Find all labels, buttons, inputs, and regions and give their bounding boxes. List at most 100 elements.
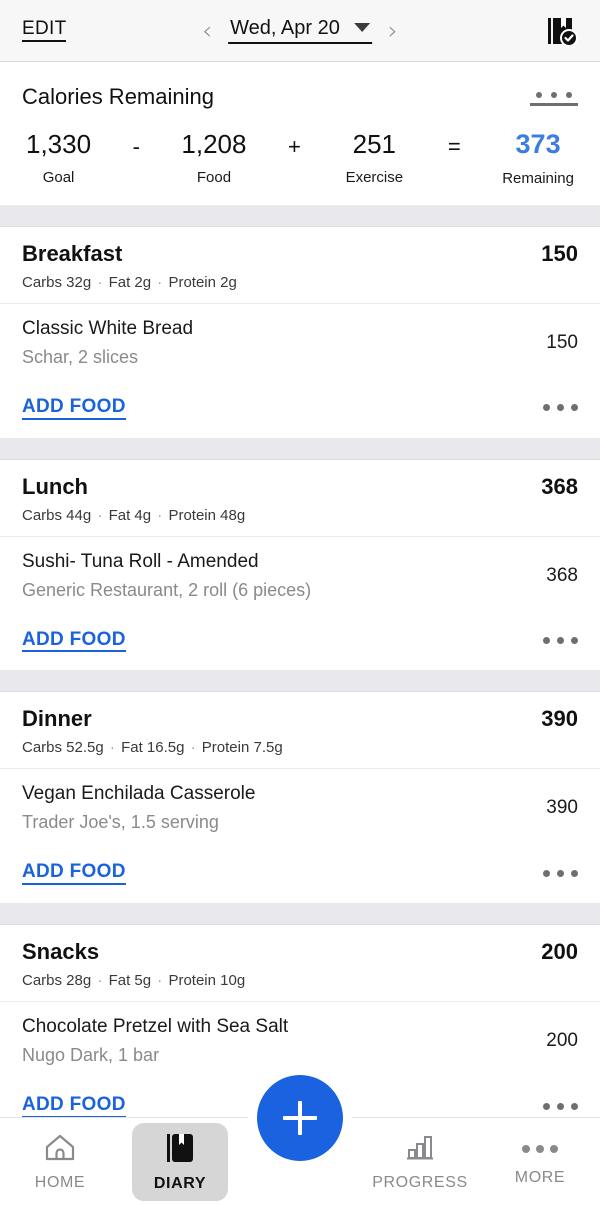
nav-item-more[interactable]: MORE [480, 1118, 600, 1205]
top-app-bar: EDIT ‹ Wed, Apr 20 › [0, 0, 600, 62]
exercise-label: Exercise [346, 169, 404, 186]
operator-plus: + [288, 130, 301, 160]
date-selector[interactable]: Wed, Apr 20 [228, 17, 372, 44]
meal-section-dinner: Dinner Carbs 52.5g · Fat 16.5g · Protein… [0, 692, 600, 903]
macro-separator: · [155, 972, 164, 989]
macro-protein: Protein 10g [168, 972, 245, 989]
next-day-icon[interactable]: › [388, 18, 398, 43]
macro-protein: Protein 48g [168, 507, 245, 524]
food-entry-row[interactable]: Vegan Enchilada Casserole Trader Joe's, … [0, 769, 600, 847]
food-entry-text: Chocolate Pretzel with Sea Salt Nugo Dar… [22, 1016, 288, 1066]
calories-food: 1,208 Food [181, 130, 246, 186]
food-entry-text: Classic White Bread Schar, 2 slices [22, 318, 193, 368]
add-food-button[interactable]: ADD FOOD [22, 1094, 126, 1118]
add-food-button[interactable]: ADD FOOD [22, 629, 126, 653]
current-date-label: Wed, Apr 20 [230, 17, 340, 40]
macro-protein: Protein 2g [168, 274, 236, 291]
meal-header-text: Dinner Carbs 52.5g · Fat 16.5g · Protein… [22, 706, 283, 756]
macro-separator: · [95, 274, 104, 291]
section-separator [0, 903, 600, 925]
macro-fat: Fat 5g [109, 972, 152, 989]
meal-header: Breakfast Carbs 32g · Fat 2g · Protein 2… [0, 227, 600, 303]
food-name: Classic White Bread [22, 318, 193, 340]
operator-minus: - [133, 130, 140, 160]
meal-section-lunch: Lunch Carbs 44g · Fat 4g · Protein 48g 3… [0, 460, 600, 671]
calories-overflow-menu-icon[interactable] [530, 84, 578, 106]
meal-overflow-menu-icon[interactable] [543, 1103, 578, 1110]
meal-total-calories: 390 [541, 706, 578, 732]
macro-separator: · [189, 739, 198, 756]
calories-exercise: 251 Exercise [342, 130, 406, 186]
add-food-button[interactable]: ADD FOOD [22, 396, 126, 420]
food-entry-row[interactable]: Sushi- Tuna Roll - Amended Generic Resta… [0, 537, 600, 615]
operator-equals: = [448, 130, 461, 160]
nav-label-diary: DIARY [154, 1175, 206, 1193]
food-entry-row[interactable]: Classic White Bread Schar, 2 slices 150 [0, 304, 600, 382]
more-dots-icon [522, 1136, 558, 1162]
food-calories: 390 [546, 797, 578, 819]
macro-separator: · [95, 972, 104, 989]
macro-carbs: Carbs 52.5g [22, 739, 104, 756]
food-value: 1,208 [181, 130, 246, 159]
macro-separator: · [95, 507, 104, 524]
meal-name: Breakfast [22, 241, 237, 267]
macro-carbs: Carbs 28g [22, 972, 91, 989]
food-entry-text: Sushi- Tuna Roll - Amended Generic Resta… [22, 551, 311, 601]
food-calories: 200 [546, 1030, 578, 1052]
calories-summary-card: Calories Remaining 1,330 Goal - 1,208 Fo… [0, 62, 600, 205]
macro-carbs: Carbs 32g [22, 274, 91, 291]
food-label: Food [197, 169, 231, 186]
food-detail: Trader Joe's, 1.5 serving [22, 812, 255, 833]
nav-item-home[interactable]: HOME [0, 1118, 120, 1205]
food-detail: Nugo Dark, 1 bar [22, 1045, 288, 1066]
remaining-value: 373 [516, 130, 561, 160]
food-name: Chocolate Pretzel with Sea Salt [22, 1016, 288, 1038]
nav-label-more: MORE [515, 1169, 565, 1187]
meal-total-calories: 150 [541, 241, 578, 267]
nav-label-progress: PROGRESS [372, 1174, 468, 1192]
food-entry-text: Vegan Enchilada Casserole Trader Joe's, … [22, 783, 255, 833]
home-icon [43, 1132, 77, 1167]
section-separator [0, 205, 600, 227]
journal-check-icon[interactable] [544, 14, 578, 48]
meal-overflow-menu-icon[interactable] [543, 870, 578, 877]
add-entry-fab[interactable] [257, 1075, 343, 1161]
macro-fat: Fat 2g [109, 274, 152, 291]
meal-name: Snacks [22, 939, 245, 965]
food-detail: Generic Restaurant, 2 roll (6 pieces) [22, 580, 311, 601]
date-navigator: ‹ Wed, Apr 20 › [202, 17, 398, 44]
meal-name: Lunch [22, 474, 245, 500]
nav-item-diary[interactable]: DIARY [120, 1118, 240, 1205]
meal-header: Dinner Carbs 52.5g · Fat 16.5g · Protein… [0, 692, 600, 768]
meal-macros: Carbs 32g · Fat 2g · Protein 2g [22, 274, 237, 291]
nav-pill-diary[interactable]: DIARY [132, 1123, 228, 1201]
food-calories: 150 [546, 332, 578, 354]
bar-chart-icon [403, 1132, 437, 1167]
exercise-value: 251 [353, 130, 396, 159]
section-separator [0, 438, 600, 460]
calories-title: Calories Remaining [22, 84, 214, 110]
add-food-row: ADD FOOD [0, 847, 600, 903]
edit-button[interactable]: EDIT [22, 19, 66, 42]
food-name: Sushi- Tuna Roll - Amended [22, 551, 311, 573]
nav-item-progress[interactable]: PROGRESS [360, 1118, 480, 1205]
meal-overflow-menu-icon[interactable] [543, 637, 578, 644]
meal-total-calories: 200 [541, 939, 578, 965]
diary-book-icon [165, 1132, 195, 1169]
meal-overflow-menu-icon[interactable] [543, 404, 578, 411]
section-separator [0, 670, 600, 692]
add-food-button[interactable]: ADD FOOD [22, 861, 126, 885]
food-detail: Schar, 2 slices [22, 347, 193, 368]
food-name: Vegan Enchilada Casserole [22, 783, 255, 805]
meal-header-text: Snacks Carbs 28g · Fat 5g · Protein 10g [22, 939, 245, 989]
food-calories: 368 [546, 565, 578, 587]
meal-name: Dinner [22, 706, 283, 732]
meal-header-text: Lunch Carbs 44g · Fat 4g · Protein 48g [22, 474, 245, 524]
macro-separator: · [155, 274, 164, 291]
macro-protein: Protein 7.5g [202, 739, 283, 756]
macro-separator: · [155, 507, 164, 524]
chevron-down-icon [354, 23, 370, 32]
previous-day-icon[interactable]: ‹ [202, 18, 212, 43]
macro-carbs: Carbs 44g [22, 507, 91, 524]
meal-sections: Breakfast Carbs 32g · Fat 2g · Protein 2… [0, 205, 600, 1136]
